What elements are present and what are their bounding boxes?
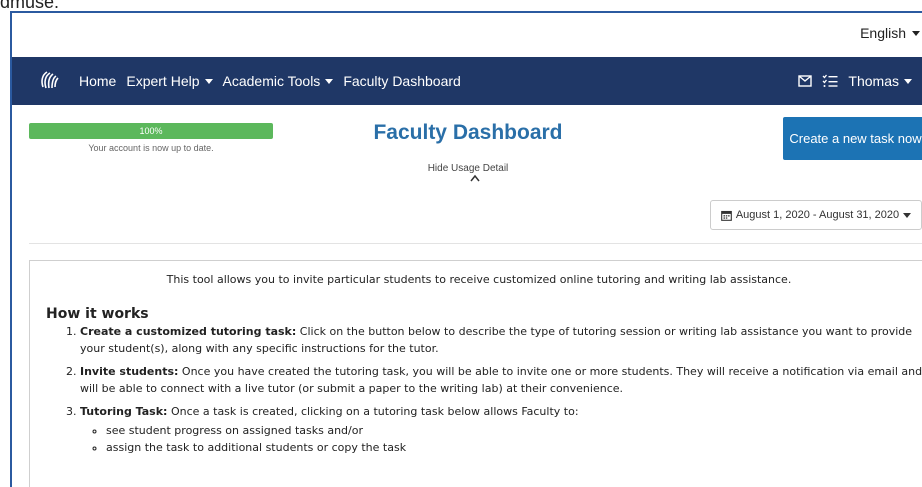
- step-item: Invite students: Once you have created t…: [80, 363, 922, 397]
- how-it-works-heading: How it works: [46, 306, 149, 322]
- nav-menu: Home Expert Help Academic Tools Faculty …: [79, 57, 461, 105]
- intro-text: This tool allows you to invite particula…: [166, 273, 792, 286]
- mail-icon[interactable]: [798, 75, 813, 87]
- language-label: English: [860, 25, 906, 41]
- chevron-down-icon: [912, 30, 920, 36]
- user-menu[interactable]: Thomas: [848, 73, 912, 89]
- step-title: Invite students:: [80, 365, 179, 378]
- chevron-down-icon: [325, 78, 334, 84]
- nav-expert-help[interactable]: Expert Help: [126, 73, 213, 89]
- create-task-button[interactable]: Create a new task now: [783, 117, 922, 160]
- logo-icon[interactable]: [39, 69, 61, 91]
- nav-academic-tools[interactable]: Academic Tools: [223, 73, 334, 89]
- step-text: Once a task is created, clicking on a tu…: [170, 405, 579, 418]
- chevron-down-icon: [903, 212, 912, 218]
- hide-usage-label: Hide Usage Detail: [427, 163, 509, 174]
- tasks-icon[interactable]: [822, 74, 838, 88]
- step-item: Tutoring Task: Once a task is created, c…: [80, 403, 922, 456]
- date-range-picker[interactable]: August 1, 2020 - August 31, 2020: [710, 200, 922, 230]
- sub-list-item: assign the task to additional students o…: [106, 439, 922, 456]
- hide-usage-toggle[interactable]: Hide Usage Detail: [12, 163, 922, 174]
- step-title: Tutoring Task:: [80, 405, 168, 418]
- step-item: Create a customized tutoring task: Click…: [80, 323, 922, 357]
- section-divider: [29, 243, 922, 244]
- how-it-works-panel: This tool allows you to invite particula…: [29, 260, 922, 487]
- step-title: Create a customized tutoring task:: [80, 325, 297, 338]
- step-text: Once you have created the tutoring task,…: [80, 365, 922, 395]
- steps-list: Create a customized tutoring task: Click…: [50, 323, 922, 462]
- browser-frame: English Home Expert Help Academic Tools: [10, 11, 922, 487]
- calendar-icon: [720, 210, 732, 221]
- nav-right: Thomas: [798, 57, 912, 105]
- nav-home[interactable]: Home: [79, 73, 116, 89]
- user-name: Thomas: [848, 73, 899, 89]
- chevron-down-icon: [904, 78, 912, 84]
- nav-faculty-dashboard[interactable]: Faculty Dashboard: [343, 73, 461, 89]
- chevron-down-icon: [204, 78, 213, 84]
- chevron-up-icon[interactable]: [470, 174, 480, 182]
- step-sub-list: see student progress on assigned tasks a…: [80, 422, 922, 456]
- date-range-label: August 1, 2020 - August 31, 2020: [735, 209, 900, 221]
- language-selector[interactable]: English: [860, 25, 920, 41]
- sub-list-item: see student progress on assigned tasks a…: [106, 422, 922, 439]
- navbar: Home Expert Help Academic Tools Faculty …: [12, 57, 922, 105]
